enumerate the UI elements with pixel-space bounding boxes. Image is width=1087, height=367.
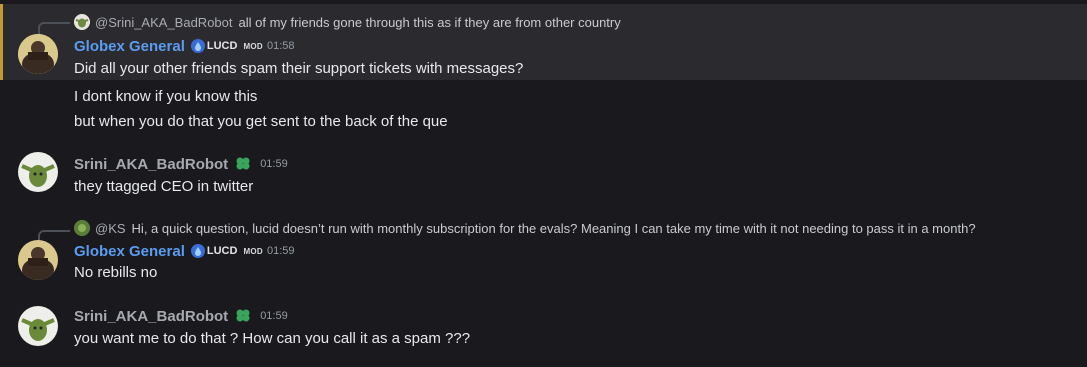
avatar[interactable] <box>18 240 58 280</box>
message-header: Srini_AKA_BadRobot 01:59 <box>74 154 288 174</box>
timestamp[interactable]: 01:58 <box>267 40 295 52</box>
message-text: but when you do that you get sent to the… <box>74 113 448 130</box>
avatar[interactable] <box>18 34 58 74</box>
message-text: you want me to do that ? How can you cal… <box>74 330 471 347</box>
role-label: LUCD <box>206 245 238 257</box>
water-drop-icon <box>190 244 205 258</box>
username[interactable]: Globex General <box>74 38 185 55</box>
avatar[interactable] <box>18 306 58 346</box>
username[interactable]: Globex General <box>74 243 185 260</box>
message-3[interactable]: @KS Hi, a quick question, lucid doesn’t … <box>0 216 1087 280</box>
reply-author[interactable]: @Srini_AKA_BadRobot <box>95 15 233 30</box>
mod-tag: MOD <box>243 41 264 51</box>
timestamp[interactable]: 01:59 <box>260 158 288 170</box>
timestamp[interactable]: 01:59 <box>260 310 288 322</box>
reply-text[interactable]: all of my friends gone through this as i… <box>239 15 621 30</box>
role-badge[interactable]: LUCD <box>190 244 238 258</box>
reply-avatar[interactable] <box>74 14 90 30</box>
message-text: I dont know if you know this <box>74 88 258 105</box>
clover-icon[interactable] <box>234 156 252 172</box>
water-drop-icon <box>190 39 205 53</box>
username[interactable]: Srini_AKA_BadRobot <box>74 156 228 173</box>
timestamp[interactable]: 01:59 <box>267 245 295 257</box>
message-header: Srini_AKA_BadRobot 01:59 <box>74 306 288 326</box>
role-label: LUCD <box>206 40 238 52</box>
message-text: No rebills no <box>74 264 158 281</box>
reply-avatar[interactable] <box>74 220 90 236</box>
message-header: Globex General LUCD MOD 01:59 <box>74 241 295 261</box>
message-header: Globex General LUCD MOD 01:58 <box>74 36 295 56</box>
reply-text[interactable]: Hi, a quick question, lucid doesn’t run … <box>132 221 976 236</box>
username[interactable]: Srini_AKA_BadRobot <box>74 308 228 325</box>
message-text: they ttagged CEO in twitter <box>74 178 254 195</box>
reply-preview[interactable]: @Srini_AKA_BadRobot all of my friends go… <box>74 12 621 32</box>
role-badge[interactable]: LUCD <box>190 39 238 53</box>
reply-author[interactable]: @KS <box>95 221 126 236</box>
reply-spine <box>38 22 70 35</box>
avatar[interactable] <box>18 152 58 192</box>
mod-tag: MOD <box>243 246 264 256</box>
message-text: Did all your other friends spam their su… <box>74 60 524 77</box>
clover-icon[interactable] <box>234 308 252 324</box>
reply-preview[interactable]: @KS Hi, a quick question, lucid doesn’t … <box>74 218 976 238</box>
